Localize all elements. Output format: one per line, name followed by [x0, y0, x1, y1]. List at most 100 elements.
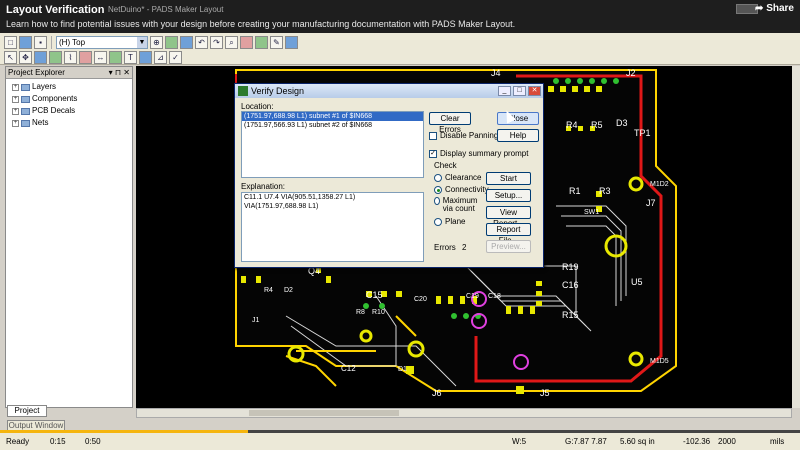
status-grid: G:7.87 7.87 — [565, 437, 607, 446]
explorer-tree: + Layers + Components + PCB Decals + Net… — [6, 79, 132, 129]
status-units: mils — [770, 437, 785, 446]
radio-plane[interactable]: Plane — [434, 217, 465, 226]
search-icon[interactable]: ⌕ — [225, 36, 238, 49]
location-label: Location: — [241, 102, 274, 111]
list-item[interactable]: (1751.97,566.93 L1) subnet #2 of $IN668 — [242, 121, 423, 130]
checkbox-box[interactable]: ✓ — [429, 149, 437, 158]
start-button[interactable]: Start — [486, 172, 531, 185]
drc-icon[interactable] — [255, 36, 268, 49]
dimension-icon[interactable]: ↔ — [94, 51, 107, 64]
expand-icon[interactable]: + — [12, 107, 19, 115]
video-progress-bar[interactable] — [0, 430, 800, 433]
select-icon[interactable]: ↖ — [4, 51, 17, 64]
radio-button[interactable] — [434, 217, 442, 226]
save-icon[interactable]: ▪ — [34, 36, 47, 49]
label-j6: J6 — [432, 388, 442, 398]
radio-button[interactable] — [434, 173, 442, 182]
label-c16: C16 — [562, 280, 579, 290]
label-sw1: SW1 — [584, 209, 599, 216]
radio-clearance[interactable]: Clearance — [434, 173, 481, 182]
label-j5: J5 — [540, 388, 550, 398]
expand-icon[interactable]: + — [12, 83, 19, 91]
tree-item-components[interactable]: + Components — [12, 93, 132, 105]
open-icon[interactable] — [19, 36, 32, 49]
zoom-icon[interactable]: ⊕ — [150, 36, 163, 49]
setup-button[interactable]: Setup... — [486, 189, 531, 202]
undo-icon[interactable]: ↶ — [195, 36, 208, 49]
status-y: 2000 — [718, 437, 736, 446]
move-icon[interactable]: ✥ — [19, 51, 32, 64]
tree-item-label: Components — [32, 94, 78, 103]
label-r4: R4 — [264, 287, 273, 294]
properties-icon[interactable] — [285, 36, 298, 49]
layer-icon[interactable] — [165, 36, 178, 49]
layer-select[interactable]: (H) Top ▼ — [56, 36, 148, 49]
dialog-titlebar: Verify Design _ □ ✕ — [235, 84, 543, 98]
verify-icon[interactable]: ✓ — [169, 51, 182, 64]
disable-panning-label: Disable Panning — [440, 131, 499, 140]
tree-item-nets[interactable]: + Nets — [12, 117, 132, 129]
label-r8: R8 — [356, 309, 365, 316]
expand-icon[interactable]: + — [12, 119, 19, 127]
radio-connectivity[interactable]: Connectivity — [434, 185, 489, 194]
layer-select-value: (H) Top — [59, 38, 86, 47]
verify-design-dialog: Verify Design _ □ ✕ Location: (1751.97,6… — [234, 83, 544, 268]
redo-icon[interactable]: ↷ — [210, 36, 223, 49]
drafting-icon[interactable] — [34, 51, 47, 64]
app-frame: Layout Verification Learn how to find po… — [0, 0, 800, 450]
label-r1: R1 — [569, 186, 581, 196]
errors-label: Errors — [434, 243, 456, 252]
route-icon[interactable] — [240, 36, 253, 49]
status-bar: Ready 0:15 0:50 W:5 G:7.87 7.87 5.60 sq … — [0, 432, 800, 450]
tree-item-pcb-decals[interactable]: + PCB Decals — [12, 105, 132, 117]
project-explorer: Project Explorer ▾ ⊓ ✕ + Layers + Compon… — [5, 66, 133, 408]
pen-icon[interactable]: ✎ — [270, 36, 283, 49]
location-list[interactable]: (1751.97,688.98 L1) subnet #1 of $IN668 … — [241, 111, 424, 178]
horizontal-scrollbar[interactable] — [136, 408, 792, 418]
label-r3: R3 — [599, 186, 611, 196]
window-title: NetDuino* - PADS Maker Layout — [108, 5, 224, 14]
status-area: 5.60 sq in — [620, 437, 655, 446]
explorer-controls[interactable]: ▾ ⊓ ✕ — [109, 67, 130, 79]
label-r10: R10 — [372, 309, 385, 316]
board-outline-icon[interactable] — [139, 51, 152, 64]
view-report-button[interactable]: View Report... — [486, 206, 531, 228]
checkbox-box[interactable] — [429, 131, 437, 140]
errors-summary: Errors 2 — [434, 243, 466, 252]
new-icon[interactable]: □ — [4, 36, 17, 49]
component-icon[interactable] — [49, 51, 62, 64]
report-file-button[interactable]: Report File... — [486, 223, 531, 245]
clear-errors-button[interactable]: Clear Errors — [429, 112, 471, 134]
close-icon[interactable]: ✕ — [528, 86, 541, 96]
tab-project[interactable]: Project — [7, 405, 47, 417]
display-summary-checkbox[interactable]: ✓ Display summary prompt — [429, 149, 528, 158]
minimize-icon[interactable]: _ — [498, 86, 511, 96]
label-c19: C19 — [466, 293, 479, 300]
text-icon[interactable]: T — [124, 51, 137, 64]
scrollbar-thumb[interactable] — [249, 410, 399, 416]
time-total: 0:50 — [85, 437, 101, 446]
copper-icon[interactable] — [109, 51, 122, 64]
radio-button[interactable] — [434, 185, 442, 194]
maximize-icon[interactable]: □ — [513, 86, 526, 96]
grid-icon[interactable] — [180, 36, 193, 49]
radio-max-via[interactable]: Maximum via count — [434, 197, 486, 213]
help-button[interactable]: Help — [497, 129, 539, 142]
disable-panning-checkbox[interactable]: Disable Panning — [429, 131, 498, 140]
verify-icon — [238, 86, 248, 96]
check-group-label: Check — [434, 161, 457, 170]
via-icon[interactable] — [79, 51, 92, 64]
expand-icon[interactable]: + — [12, 95, 19, 103]
radio-label: Connectivity — [445, 185, 489, 194]
share-button[interactable]: ➦ Share — [755, 3, 794, 14]
route-tool-icon[interactable]: ⌇ — [64, 51, 77, 64]
label-j2: J2 — [626, 68, 636, 78]
vertical-scrollbar[interactable] — [792, 66, 800, 408]
label-j7: J7 — [646, 198, 656, 208]
tree-item-label: PCB Decals — [32, 106, 76, 115]
list-item[interactable]: (1751.97,688.98 L1) subnet #1 of $IN668 — [242, 112, 423, 121]
tree-item-layers[interactable]: + Layers — [12, 81, 132, 93]
measure-icon[interactable]: ⊿ — [154, 51, 167, 64]
radio-button[interactable] — [434, 197, 440, 205]
status-width: W:5 — [512, 437, 527, 446]
